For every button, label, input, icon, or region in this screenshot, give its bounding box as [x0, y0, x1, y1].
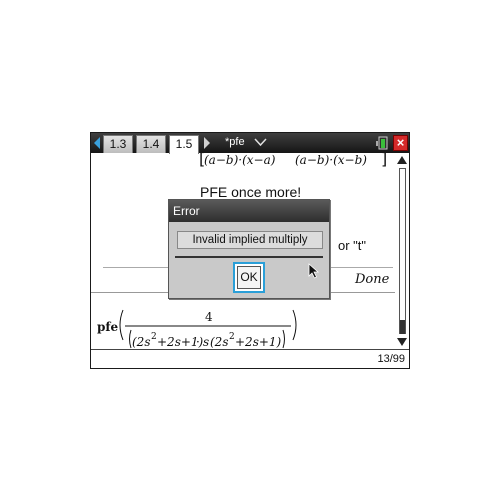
svg-text:2: 2 — [151, 332, 157, 342]
svg-text:s: s — [203, 335, 209, 349]
numerator: 4 — [205, 310, 213, 324]
dialog-title: Error — [169, 200, 329, 222]
page-counter: 13/99 — [377, 353, 405, 365]
pfe-expression[interactable]: pfe 4 (2s 2 +2s+1) · s (2s 2 +2s+1) — [95, 294, 305, 349]
document-name[interactable]: *pfe — [225, 136, 245, 148]
scroll-up-icon[interactable] — [396, 155, 408, 165]
svg-text:(a−b)·(x−a): (a−b)·(x−a) — [204, 153, 276, 167]
svg-text:2: 2 — [229, 332, 235, 342]
ok-button[interactable]: OK — [233, 262, 265, 293]
svg-text:(a−b)·(x−b): (a−b)·(x−b) — [295, 153, 367, 167]
error-dialog: Error Invalid implied multiply OK — [168, 199, 330, 299]
arrow-left-icon[interactable] — [94, 137, 100, 149]
pointer-cursor-icon — [308, 263, 320, 279]
close-icon[interactable]: × — [393, 135, 408, 151]
tab-bar: 1.3 1.4 1.5 *pfe × — [91, 133, 409, 154]
note-text: PFE once more! — [200, 184, 302, 200]
chevron-down-icon[interactable] — [254, 136, 267, 148]
svg-text:·: · — [196, 335, 200, 349]
scroll-thumb[interactable] — [400, 320, 405, 334]
arrow-right-icon[interactable] — [204, 137, 210, 149]
svg-text:(2s: (2s — [210, 335, 228, 349]
scroll-track[interactable] — [399, 168, 406, 334]
ok-button-label: OK — [237, 266, 261, 289]
scroll-down-icon[interactable] — [396, 337, 408, 347]
svg-text:(2s: (2s — [132, 335, 150, 349]
done-result: Done — [355, 272, 390, 287]
function-name: pfe — [97, 320, 119, 334]
tab-1-3[interactable]: 1.3 — [103, 135, 133, 153]
svg-text:+2s+1): +2s+1) — [235, 335, 282, 349]
error-message: Invalid implied multiply — [177, 231, 323, 249]
tab-1-5[interactable]: 1.5 — [169, 135, 199, 154]
tab-1-4[interactable]: 1.4 — [136, 135, 166, 153]
battery-icon — [376, 136, 388, 150]
dialog-divider — [175, 256, 323, 258]
svg-text:]: ] — [381, 153, 387, 168]
formula-top: [ (a−b)·(x−a) (a−b)·(x−b) ] — [199, 153, 387, 168]
note-text-partial: or "t" — [338, 238, 367, 253]
status-bar: 13/99 — [91, 349, 409, 368]
scrollbar[interactable] — [396, 155, 408, 347]
